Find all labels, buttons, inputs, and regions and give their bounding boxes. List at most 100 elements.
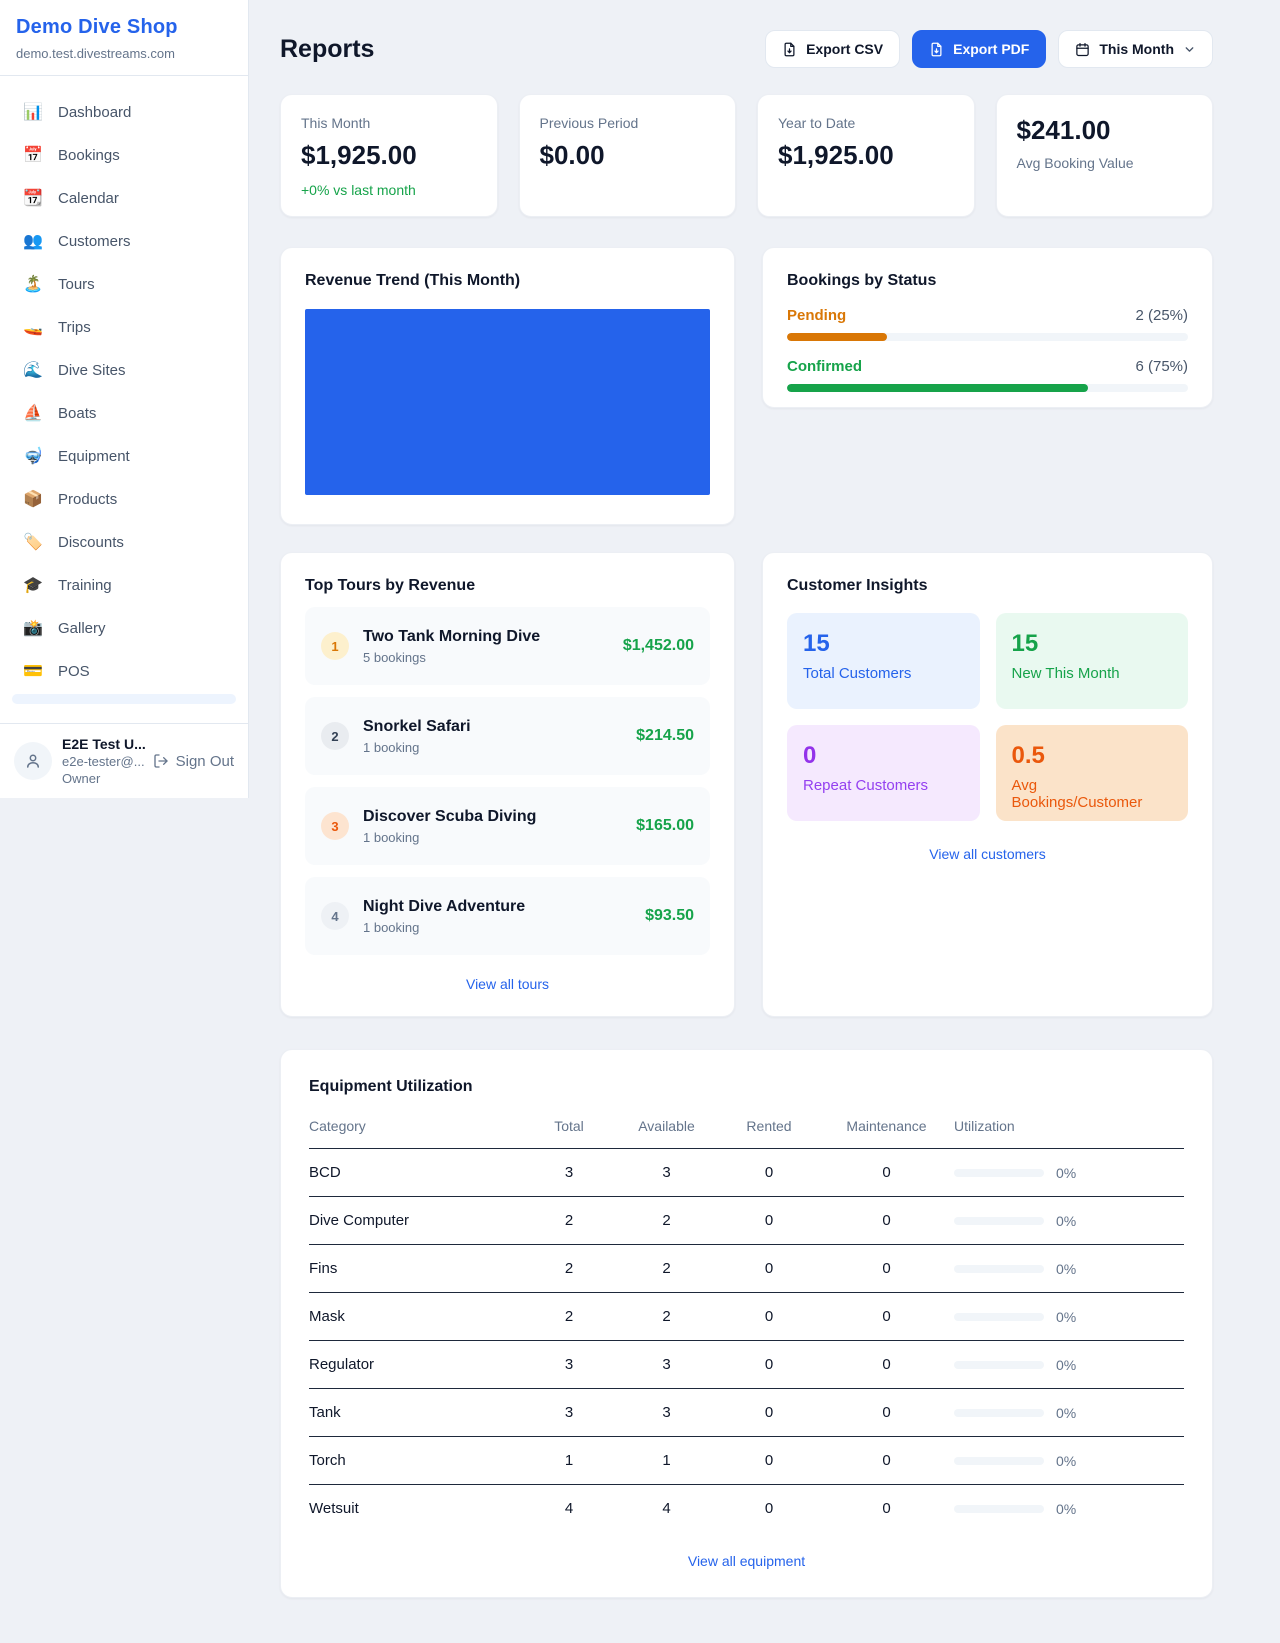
sidebar-item-calendar[interactable]: 📆 Calendar	[10, 178, 238, 218]
progress-fill-pending	[787, 333, 887, 341]
insight-label: Total Customers	[803, 665, 964, 682]
cell-category: Mask	[309, 1293, 524, 1341]
tour-amount: $1,452.00	[623, 637, 694, 655]
table-row: Mask 2 2 0 0 0%	[309, 1293, 1184, 1341]
sidebar-item-products[interactable]: 📦 Products	[10, 479, 238, 519]
utilization-bar	[954, 1265, 1044, 1273]
graduation-cap-icon: 🎓	[22, 575, 44, 595]
sidebar-item-reports-partial[interactable]	[12, 694, 236, 704]
sidebar-item-label: Gallery	[58, 620, 106, 637]
insight-new-this-month: 15 New This Month	[996, 613, 1189, 709]
utilization-pct: 0%	[1056, 1261, 1076, 1277]
sidebar-item-label: Training	[58, 577, 112, 594]
bookings-by-status-title: Bookings by Status	[787, 272, 1188, 290]
cell-maintenance: 0	[819, 1197, 954, 1245]
utilization-bar	[954, 1169, 1044, 1177]
cell-maintenance: 0	[819, 1389, 954, 1437]
sidebar-item-label: Dive Sites	[58, 362, 126, 379]
table-row: Torch 1 1 0 0 0%	[309, 1437, 1184, 1485]
sidebar-item-tours[interactable]: 🏝️ Tours	[10, 264, 238, 304]
sidebar-item-dive-sites[interactable]: 🌊 Dive Sites	[10, 350, 238, 390]
camera-icon: 📸	[22, 618, 44, 638]
cell-maintenance: 0	[819, 1485, 954, 1533]
utilization-pct: 0%	[1056, 1165, 1076, 1181]
status-row-pending: Pending 2 (25%)	[787, 307, 1188, 341]
export-csv-button[interactable]: Export CSV	[765, 30, 900, 68]
stat-card-year-to-date: Year to Date $1,925.00	[757, 94, 975, 217]
status-count: 2 (25%)	[1135, 307, 1188, 324]
top-tours-card: Top Tours by Revenue 1 Two Tank Morning …	[280, 552, 735, 1017]
sidebar-item-customers[interactable]: 👥 Customers	[10, 221, 238, 261]
stat-value: $1,925.00	[301, 140, 477, 171]
table-row: Regulator 3 3 0 0 0%	[309, 1341, 1184, 1389]
cell-rented: 0	[719, 1245, 819, 1293]
insights-row: Top Tours by Revenue 1 Two Tank Morning …	[280, 552, 1213, 1017]
cell-maintenance: 0	[819, 1293, 954, 1341]
avatar	[14, 742, 52, 780]
rank-badge: 4	[321, 902, 349, 930]
progress-track	[787, 333, 1188, 341]
sidebar-item-gallery[interactable]: 📸 Gallery	[10, 608, 238, 648]
header-actions: Export CSV Export PDF This Month	[765, 30, 1213, 68]
period-dropdown[interactable]: This Month	[1058, 30, 1213, 68]
sidebar-item-label: POS	[58, 663, 90, 680]
shop-name: Demo Dive Shop	[16, 16, 232, 39]
table-row: Wetsuit 4 4 0 0 0%	[309, 1485, 1184, 1533]
sidebar-item-label: Tours	[58, 276, 95, 293]
export-pdf-button[interactable]: Export PDF	[912, 30, 1046, 68]
stat-delta: +0% vs last month	[301, 182, 477, 198]
insight-label: Avg Bookings/Customer	[1012, 777, 1173, 811]
tour-list-item: 3 Discover Scuba Diving 1 booking $165.0…	[305, 787, 710, 865]
sign-out-label: Sign Out	[176, 753, 234, 770]
sidebar-item-training[interactable]: 🎓 Training	[10, 565, 238, 605]
cell-total: 2	[524, 1293, 614, 1341]
tour-bookings: 5 bookings	[363, 650, 540, 665]
sidebar-item-trips[interactable]: 🚤 Trips	[10, 307, 238, 347]
rank-badge: 3	[321, 812, 349, 840]
tour-bookings: 1 booking	[363, 830, 536, 845]
utilization-bar	[954, 1505, 1044, 1513]
sidebar-item-bookings[interactable]: 📅 Bookings	[10, 135, 238, 175]
cell-category: Torch	[309, 1437, 524, 1485]
sidebar-item-boats[interactable]: ⛵ Boats	[10, 393, 238, 433]
customer-insights-title: Customer Insights	[787, 577, 1188, 595]
utilization-bar	[954, 1457, 1044, 1465]
status-row-confirmed: Confirmed 6 (75%)	[787, 358, 1188, 392]
cell-maintenance: 0	[819, 1245, 954, 1293]
column-header-rented: Rented	[719, 1118, 819, 1149]
cell-available: 2	[614, 1197, 719, 1245]
diving-mask-icon: 🤿	[22, 446, 44, 466]
progress-fill-confirmed	[787, 384, 1088, 392]
view-all-tours-link[interactable]: View all tours	[305, 976, 710, 992]
package-icon: 📦	[22, 489, 44, 509]
sidebar-item-pos[interactable]: 💳 POS	[10, 651, 238, 691]
period-label: This Month	[1099, 41, 1174, 57]
utilization-bar	[954, 1409, 1044, 1417]
tour-amount: $165.00	[636, 817, 694, 835]
column-header-total: Total	[524, 1118, 614, 1149]
tag-icon: 🏷️	[22, 532, 44, 552]
utilization-pct: 0%	[1056, 1213, 1076, 1229]
table-row: Fins 2 2 0 0 0%	[309, 1245, 1184, 1293]
sidebar-item-dashboard[interactable]: 📊 Dashboard	[10, 92, 238, 132]
cell-maintenance: 0	[819, 1341, 954, 1389]
cell-utilization: 0%	[954, 1437, 1184, 1485]
sidebar-item-label: Discounts	[58, 534, 124, 551]
sign-out-button[interactable]: Sign Out	[153, 753, 234, 770]
sidebar-item-equipment[interactable]: 🤿 Equipment	[10, 436, 238, 476]
brand-link[interactable]: Demo Dive Shop demo.test.divestreams.com	[0, 0, 248, 76]
insight-value: 0	[803, 742, 964, 770]
chevron-down-icon	[1183, 43, 1196, 56]
status-label: Pending	[787, 307, 846, 324]
sidebar-item-discounts[interactable]: 🏷️ Discounts	[10, 522, 238, 562]
page-header: Reports Export CSV Export PDF This Month	[280, 30, 1213, 68]
view-all-customers-link[interactable]: View all customers	[787, 846, 1188, 862]
sidebar-nav: 📊 Dashboard 📅 Bookings 📆 Calendar 👥 Cust…	[0, 76, 248, 723]
page-title: Reports	[280, 35, 374, 64]
insight-value: 15	[1012, 630, 1173, 658]
view-all-equipment-link[interactable]: View all equipment	[309, 1553, 1184, 1569]
utilization-pct: 0%	[1056, 1309, 1076, 1325]
user-name: E2E Test U...	[62, 736, 143, 752]
stat-value: $241.00	[1017, 115, 1193, 146]
cell-total: 4	[524, 1485, 614, 1533]
